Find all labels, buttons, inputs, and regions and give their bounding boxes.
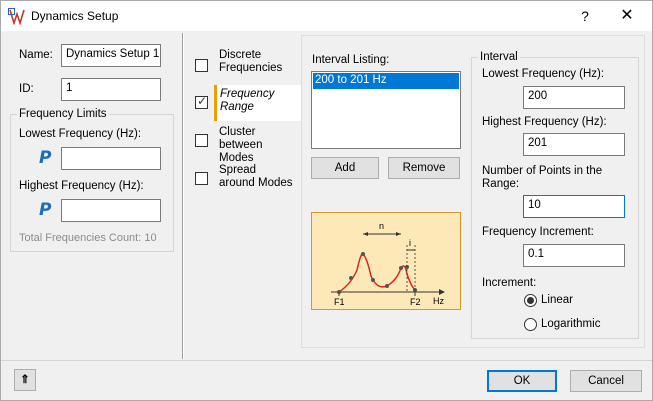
interval-title: Interval — [478, 51, 520, 63]
n-label: n — [379, 221, 384, 231]
discrete-frequencies-checkbox[interactable] — [195, 59, 208, 72]
checkmark-icon: ✓ — [197, 94, 208, 108]
remove-button[interactable]: Remove — [388, 157, 460, 179]
increment-label: Frequency Increment: — [482, 226, 594, 238]
frequency-range-checkbox[interactable]: ✓ — [195, 94, 208, 109]
f2-label: F2 — [410, 297, 421, 307]
list-item[interactable]: 200 to 201 Hz — [313, 73, 459, 89]
footer-divider — [1, 360, 652, 361]
interval-listing-label: Interval Listing: — [312, 54, 390, 66]
expand-toggle-button[interactable]: ⇑ — [14, 369, 36, 391]
add-button[interactable]: Add — [311, 157, 379, 179]
diagram-background — [311, 212, 461, 310]
points-field[interactable]: 10 — [523, 195, 625, 218]
cluster-between-modes-checkbox[interactable] — [195, 134, 208, 147]
interval-lowest-label: Lowest Frequency (Hz): — [482, 68, 605, 80]
tab-spread-around-modes[interactable]: Spread around Modes — [214, 161, 299, 196]
ok-button[interactable]: OK — [487, 370, 557, 392]
points-label-line1: Number of Points in the — [482, 165, 603, 177]
id-label: ID: — [19, 83, 34, 95]
hz-label: Hz — [433, 296, 444, 306]
parameter-icon[interactable]: P — [39, 200, 51, 220]
parameter-icon[interactable]: P — [39, 148, 51, 168]
frequency-limits-title: Frequency Limits — [17, 108, 109, 120]
title-bar: Dynamics Setup ? ✕ — [1, 1, 652, 31]
interval-lowest-field[interactable]: 200 — [523, 86, 625, 109]
interval-highest-field[interactable]: 201 — [523, 133, 625, 156]
f1-label: F1 — [334, 297, 345, 307]
total-frequencies-count: Total Frequencies Count: 10 — [19, 232, 157, 244]
interval-highest-label: Highest Frequency (Hz): — [482, 116, 607, 128]
highest-frequency-field[interactable] — [61, 199, 161, 222]
window-title: Dynamics Setup — [31, 9, 119, 23]
linear-label: Linear — [541, 294, 573, 306]
lowest-frequency-label: Lowest Frequency (Hz): — [19, 128, 142, 140]
cancel-button[interactable]: Cancel — [570, 370, 642, 392]
tab-discrete-frequencies[interactable]: Discrete Frequencies — [214, 46, 299, 82]
name-label: Name: — [19, 49, 53, 61]
spread-around-modes-checkbox[interactable] — [195, 172, 208, 185]
lowest-frequency-field[interactable] — [61, 147, 161, 170]
logarithmic-label: Logarithmic — [541, 318, 601, 330]
tab-frequency-range[interactable]: Frequency Range — [214, 85, 302, 121]
i-label: i — [409, 238, 411, 248]
increment-field[interactable]: 0.1 — [523, 244, 625, 267]
points-label-line2: Range: — [482, 178, 520, 190]
name-field[interactable]: Dynamics Setup 1 — [61, 44, 161, 67]
close-button[interactable]: ✕ — [615, 6, 639, 26]
linear-radio[interactable] — [524, 294, 537, 307]
tab-cluster-between-modes[interactable]: Cluster between Modes — [214, 123, 299, 164]
dynamics-setup-dialog: Dynamics Setup ? ✕ Name: Dynamics Setup … — [0, 0, 653, 401]
logarithmic-radio[interactable] — [524, 318, 537, 331]
increment-type-label: Increment: — [482, 277, 537, 289]
interval-list[interactable]: 200 to 201 Hz — [311, 71, 461, 149]
help-button[interactable]: ? — [575, 6, 595, 26]
highest-frequency-label: Highest Frequency (Hz): — [19, 180, 144, 192]
id-field[interactable]: 1 — [61, 78, 161, 101]
frequency-range-diagram: n i Hz F1 F2 — [311, 212, 461, 310]
divider — [183, 33, 184, 359]
app-icon — [8, 8, 25, 25]
